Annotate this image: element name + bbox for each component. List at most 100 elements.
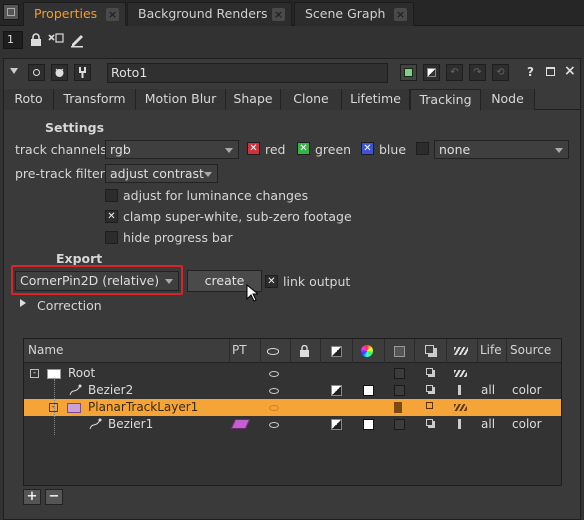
motion-blur-bar[interactable] [458, 385, 461, 395]
table-row-planartracklayer1[interactable]: - PlanarTrackLayer1 [24, 399, 561, 416]
tab-tracking[interactable]: Tracking [410, 89, 481, 111]
tab-properties[interactable]: Properties × [23, 2, 126, 26]
visibility-eye-icon[interactable] [269, 388, 279, 394]
close-icon[interactable]: × [272, 8, 285, 21]
blend-toggle-icon[interactable] [426, 368, 433, 375]
red-checkbox[interactable]: ✕ [247, 142, 260, 155]
life-value: all [481, 417, 496, 431]
source-column-header[interactable]: Source [510, 343, 551, 357]
bezier-shape-icon [68, 384, 82, 400]
max-panels-input[interactable]: 1 [3, 31, 23, 49]
life-column-header[interactable]: Life [480, 343, 502, 357]
redo-icon[interactable]: ↷ [469, 64, 486, 81]
float-panel-icon[interactable] [546, 67, 555, 76]
green-label: green [315, 142, 352, 157]
visibility-eye-icon[interactable] [269, 371, 279, 377]
color-column-icon [361, 345, 373, 357]
remove-layer-button[interactable]: − [45, 489, 63, 505]
invert-toggle[interactable] [394, 402, 402, 413]
overlay-toggle-icon[interactable] [331, 385, 342, 396]
invert-toggle[interactable] [394, 385, 405, 396]
tab-clone[interactable]: Clone [281, 89, 342, 110]
pt-column-header[interactable]: PT [232, 343, 247, 357]
revert-icon[interactable]: ⟲ [492, 64, 509, 81]
visibility-eye-icon[interactable] [269, 405, 279, 411]
table-row-bezier1[interactable]: Bezier1 all color [24, 416, 561, 433]
export-type-dropdown[interactable]: CornerPin2D (relative) [15, 271, 179, 291]
correction-label[interactable]: Correction [37, 298, 102, 313]
close-icon[interactable]: × [394, 8, 407, 21]
node-colors-button[interactable] [51, 64, 68, 81]
tab-shape[interactable]: Shape [226, 89, 281, 110]
source-value: color [512, 383, 542, 397]
blend-toggle-icon[interactable] [426, 402, 433, 409]
properties-toolbar: 1 [0, 27, 584, 53]
visibility-column-icon [267, 348, 279, 355]
blue-checkbox[interactable]: ✕ [361, 142, 374, 155]
tab-lifetime[interactable]: Lifetime [342, 89, 410, 110]
clamp-checkbox[interactable]: ✕ [105, 210, 118, 223]
tab-background-renders[interactable]: Background Renders × [127, 2, 292, 26]
tab-transform[interactable]: Transform [54, 89, 136, 110]
tab-motion-blur[interactable]: Motion Blur [136, 89, 226, 110]
panel-tab-bar: Properties × Background Renders × Scene … [0, 0, 584, 26]
layer-name: Bezier1 [108, 417, 154, 431]
link-output-label: link output [283, 274, 351, 289]
dope-sheet-button[interactable] [423, 64, 440, 81]
panel-menu-icon[interactable] [3, 4, 19, 20]
tab-scene-graph-label: Scene Graph [305, 6, 386, 21]
wrench-icon[interactable] [74, 64, 91, 81]
export-header: Export [56, 251, 103, 266]
color-swatch[interactable] [363, 419, 374, 430]
track-channels-dropdown[interactable]: rgb [105, 140, 239, 159]
close-panel-icon[interactable]: × [564, 63, 576, 79]
red-label: red [265, 142, 286, 157]
motion-blur-toggle-icon[interactable] [454, 404, 467, 411]
invert-toggle[interactable] [394, 368, 405, 379]
blend-toggle-icon[interactable] [426, 419, 433, 426]
node-name-field[interactable]: Roto1 [107, 63, 388, 83]
lock-icon[interactable] [30, 33, 42, 46]
view-node-button[interactable] [28, 64, 45, 81]
name-column-header[interactable]: Name [28, 343, 63, 357]
motion-blur-bar[interactable] [458, 419, 461, 429]
luminance-checkbox[interactable] [105, 189, 118, 202]
tab-scene-graph[interactable]: Scene Graph × [294, 2, 414, 26]
invert-toggle[interactable] [394, 419, 405, 430]
green-checkbox[interactable]: ✕ [297, 142, 310, 155]
blend-column-icon [425, 345, 434, 354]
mouse-cursor-icon [246, 283, 260, 305]
close-icon[interactable]: × [106, 8, 119, 21]
overlay-toggle-icon[interactable] [331, 419, 342, 430]
tab-node[interactable]: Node [481, 89, 535, 110]
planar-surface-icon[interactable] [230, 419, 251, 429]
tab-background-renders-label: Background Renders [138, 6, 268, 21]
color-swatch[interactable] [363, 385, 374, 396]
tab-roto[interactable]: Roto [4, 89, 54, 110]
pencil-icon[interactable] [69, 30, 85, 48]
visibility-eye-icon[interactable] [269, 422, 279, 428]
collapse-arrow-icon[interactable] [10, 68, 18, 74]
export-type-value: CornerPin2D (relative) [20, 273, 160, 288]
pretrack-filter-label: pre-track filter [15, 166, 105, 181]
collapse-tree-icon[interactable]: - [30, 369, 39, 378]
alpha-channel-dropdown[interactable]: none [434, 140, 569, 159]
add-layer-button[interactable]: + [23, 489, 41, 505]
table-row-bezier2[interactable]: Bezier2 all color [24, 382, 561, 399]
link-output-checkbox[interactable]: ✕ [265, 275, 278, 288]
layer-name: Bezier2 [88, 383, 134, 397]
motion-blur-toggle-icon[interactable] [454, 370, 467, 377]
curve-editor-button[interactable] [400, 64, 417, 81]
pretrack-filter-dropdown[interactable]: adjust contrast [105, 164, 218, 183]
help-icon[interactable]: ? [527, 65, 534, 79]
track-channels-value: rgb [110, 142, 131, 157]
table-row-root[interactable]: - Root [24, 365, 561, 382]
undo-icon[interactable]: ↶ [446, 64, 463, 81]
hide-progress-checkbox[interactable] [105, 231, 118, 244]
alpha-checkbox[interactable] [416, 142, 429, 155]
hide-progress-label: hide progress bar [123, 230, 233, 245]
settings-header: Settings [45, 120, 105, 135]
blend-toggle-icon[interactable] [426, 385, 433, 392]
clear-panels-icon[interactable] [48, 32, 64, 46]
expand-arrow-icon[interactable] [20, 299, 26, 307]
